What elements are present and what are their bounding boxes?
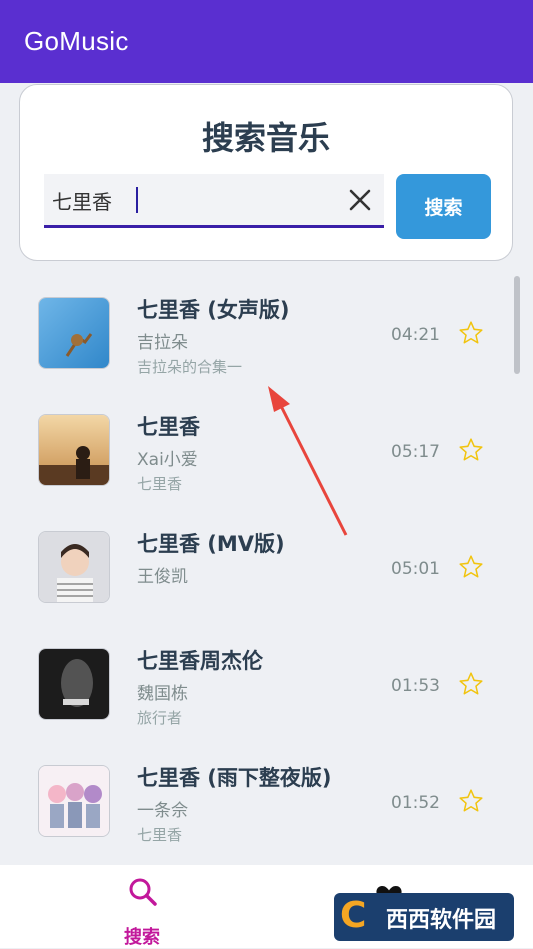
- result-row[interactable]: 七里香 (女声版) 吉拉朵 吉拉朵的合集一 04:21: [0, 270, 533, 387]
- album-cover: [38, 648, 110, 720]
- text-caret: [136, 187, 138, 213]
- album-cover: [38, 414, 110, 486]
- watermark-text: 西西软件园: [386, 908, 497, 933]
- song-title: 七里香周杰伦: [137, 649, 263, 673]
- artist-name: Xai小爱: [137, 450, 198, 470]
- artist-name: 王俊凯: [137, 567, 188, 587]
- album-cover: [38, 297, 110, 369]
- nav-search-label: 搜索: [124, 927, 160, 948]
- album-name: 吉拉朵的合集一: [137, 358, 243, 376]
- artist-name: 吉拉朵: [137, 333, 188, 353]
- star-icon[interactable]: [458, 788, 484, 814]
- album-name: 七里香: [137, 475, 183, 493]
- star-icon[interactable]: [458, 671, 484, 697]
- album-cover: [38, 765, 110, 837]
- star-icon[interactable]: [458, 320, 484, 346]
- song-title: 七里香: [137, 415, 200, 439]
- app-bar: GoMusic: [0, 0, 533, 83]
- search-field[interactable]: [44, 174, 384, 228]
- watermark-logo: C 西西软件园: [334, 893, 514, 941]
- app-title: GoMusic: [24, 26, 129, 56]
- duration: 04:21: [391, 325, 440, 345]
- album-cover: [38, 531, 110, 603]
- result-row[interactable]: 七里香周杰伦 魏国栋 旅行者 01:53: [0, 621, 533, 738]
- result-row[interactable]: 七里香 Xai小爱 七里香 05:17: [0, 387, 533, 504]
- song-title: 七里香 (MV版): [137, 532, 285, 556]
- song-title: 七里香 (女声版): [137, 298, 290, 322]
- nav-tab-search[interactable]: 搜索: [100, 875, 184, 948]
- duration: 01:53: [391, 676, 440, 696]
- album-name: 旅行者: [137, 709, 183, 727]
- search-button[interactable]: 搜索: [396, 174, 491, 239]
- duration: 05:17: [391, 442, 440, 462]
- song-title: 七里香 (雨下整夜版): [137, 766, 332, 790]
- search-input[interactable]: [50, 184, 334, 216]
- search-card: 搜索音乐 搜索: [19, 84, 513, 261]
- album-name: 七里香: [137, 826, 183, 844]
- scrollbar[interactable]: [514, 276, 520, 374]
- artist-name: 魏国栋: [137, 684, 188, 704]
- search-icon: [129, 878, 157, 906]
- star-icon[interactable]: [458, 437, 484, 463]
- watermark-c-icon: C: [340, 895, 367, 936]
- clear-icon[interactable]: [346, 186, 374, 214]
- result-row[interactable]: 七里香 (雨下整夜版) 一条佘 七里香 01:52: [0, 738, 533, 855]
- star-icon[interactable]: [458, 554, 484, 580]
- duration: 01:52: [391, 793, 440, 813]
- search-heading: 搜索音乐: [201, 119, 330, 157]
- artist-name: 一条佘: [137, 801, 188, 821]
- result-row[interactable]: 七里香 (MV版) 王俊凯 05:01: [0, 504, 533, 621]
- duration: 05:01: [391, 559, 440, 579]
